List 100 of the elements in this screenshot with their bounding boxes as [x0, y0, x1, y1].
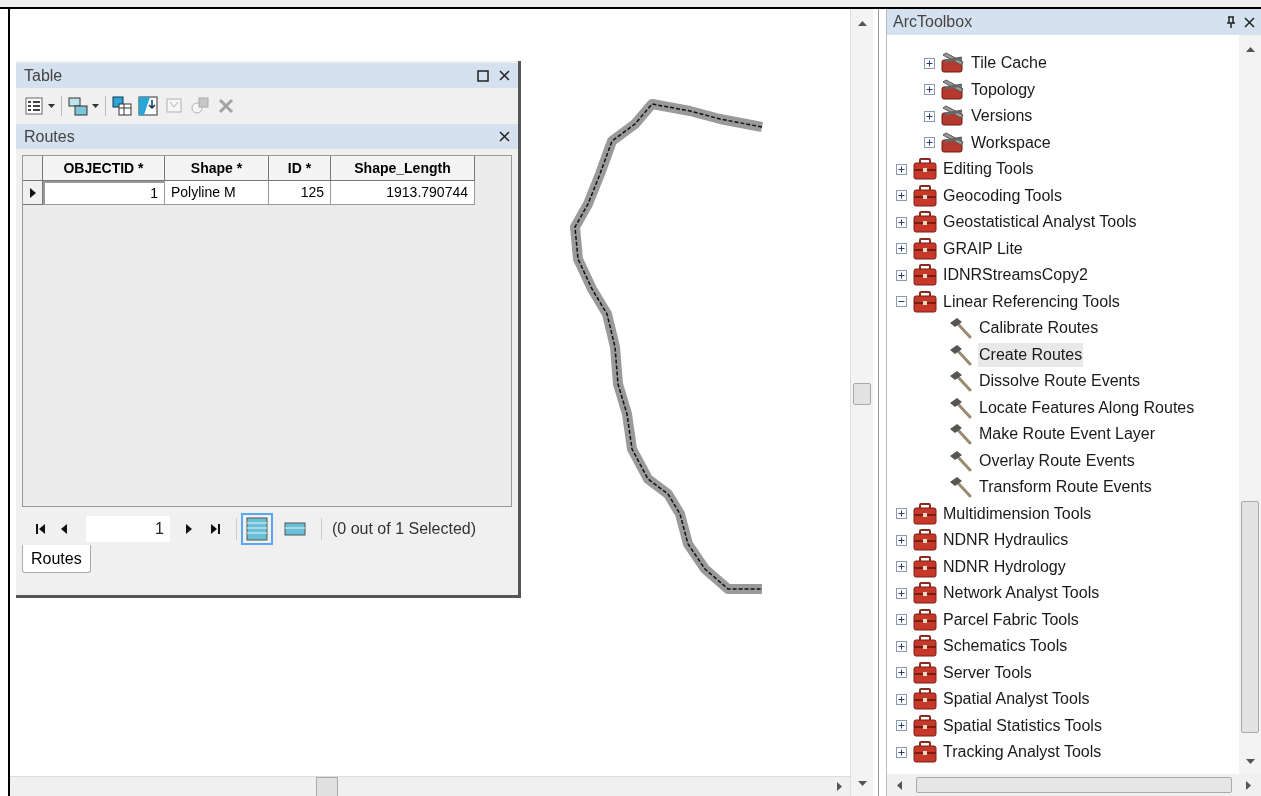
expand-icon[interactable] — [896, 667, 907, 679]
expand-icon[interactable] — [896, 640, 907, 652]
scroll-thumb[interactable] — [916, 777, 1232, 793]
tree-item[interactable]: Versions — [970, 104, 1034, 129]
scroll-right-icon[interactable] — [1246, 780, 1251, 790]
tree-item[interactable]: Overlay Route Events — [978, 448, 1136, 473]
tree-item[interactable]: NDNR Hydraulics — [942, 528, 1070, 553]
expand-icon[interactable] — [896, 508, 907, 520]
caret-icon[interactable] — [48, 104, 55, 108]
table-tab[interactable]: Routes — [22, 545, 91, 573]
tree-item[interactable]: Make Route Event Layer — [978, 422, 1157, 447]
scroll-left-icon[interactable] — [897, 780, 902, 790]
tree-item[interactable]: Dissolve Route Events — [978, 369, 1141, 394]
tree-item[interactable]: Editing Tools — [942, 157, 1035, 182]
expand-icon[interactable] — [896, 163, 907, 175]
table-cell: 1 — [43, 181, 165, 205]
scroll-thumb[interactable] — [1241, 501, 1259, 733]
maximize-icon[interactable] — [477, 69, 489, 82]
scroll-up-icon[interactable] — [857, 21, 867, 26]
expand-icon[interactable] — [924, 110, 935, 122]
expand-icon[interactable] — [896, 693, 907, 705]
records-view-icon — [246, 517, 268, 541]
close-icon[interactable] — [499, 70, 510, 81]
tree-item[interactable]: Topology — [970, 77, 1037, 102]
first-record-icon[interactable] — [36, 524, 45, 534]
caret-icon[interactable] — [92, 104, 99, 108]
toolset-icon — [941, 131, 965, 154]
expand-icon[interactable] — [924, 137, 935, 149]
tree-item[interactable]: Spatial Analyst Tools — [942, 687, 1091, 712]
scroll-thumb[interactable] — [316, 777, 338, 796]
scroll-right-icon[interactable] — [837, 782, 842, 791]
expand-icon[interactable] — [896, 746, 907, 758]
column-header[interactable]: Shape * — [165, 156, 269, 181]
toolbox-vertical-scrollbar[interactable] — [1239, 35, 1261, 774]
tree-item[interactable]: Geostatistical Analyst Tools — [942, 210, 1138, 235]
close-table-icon[interactable] — [499, 131, 510, 142]
expand-icon[interactable] — [896, 614, 907, 626]
expand-icon[interactable] — [896, 587, 907, 599]
tree-item[interactable]: Server Tools — [942, 660, 1033, 685]
tree-item[interactable]: Tile Cache — [970, 51, 1048, 76]
scroll-up-icon[interactable] — [1245, 47, 1255, 52]
expand-icon[interactable] — [896, 720, 907, 732]
collapse-icon[interactable] — [896, 296, 907, 308]
tree-item[interactable]: Create Routes — [978, 342, 1084, 367]
tree-item[interactable]: Tracking Analyst Tools — [942, 740, 1103, 765]
tree-item[interactable]: Network Analyst Tools — [942, 581, 1101, 606]
show-all-records-button[interactable] — [241, 513, 273, 545]
expand-icon[interactable] — [896, 216, 907, 228]
expand-icon[interactable] — [896, 561, 907, 573]
tree-item[interactable]: Geocoding Tools — [942, 183, 1063, 208]
record-field[interactable]: 1 — [86, 516, 170, 542]
tree-item[interactable]: Locate Features Along Routes — [978, 395, 1196, 420]
toolbox-icon — [913, 290, 937, 313]
column-header[interactable]: ID * — [269, 156, 331, 181]
scroll-down-icon[interactable] — [857, 781, 867, 786]
column-header[interactable]: Shape_Length — [331, 156, 475, 181]
tree-item[interactable]: Workspace — [970, 130, 1052, 155]
selection-status: (0 out of 1 Selected) — [332, 519, 477, 539]
tree-item[interactable]: Linear Referencing Tools — [942, 289, 1121, 314]
expand-icon[interactable] — [896, 190, 907, 202]
toolbox-icon — [913, 237, 937, 260]
related-tables-icon — [68, 96, 88, 116]
scroll-down-icon[interactable] — [1245, 759, 1255, 764]
toolbox-icon — [913, 714, 937, 737]
table-cell: Polyline M — [165, 181, 269, 205]
last-record-icon[interactable] — [211, 524, 220, 534]
toolbar-button[interactable] — [24, 96, 55, 116]
toolset-icon — [941, 78, 965, 101]
expand-icon[interactable] — [924, 84, 935, 96]
tree-item[interactable]: Parcel Fabric Tools — [942, 607, 1080, 632]
hammer-icon — [949, 396, 973, 419]
tree-item[interactable]: Transform Route Events — [978, 475, 1153, 500]
toolbox-title: ArcToolbox — [893, 12, 973, 32]
expand-icon[interactable] — [896, 243, 907, 255]
toolbar-button[interactable] — [138, 96, 158, 116]
records-view-icon — [284, 522, 306, 536]
toolbox-horizontal-scrollbar[interactable] — [887, 774, 1261, 796]
map-vertical-scrollbar[interactable] — [851, 9, 873, 796]
close-toolbox-icon[interactable] — [1244, 16, 1255, 28]
tree-item[interactable]: Multidimension Tools — [942, 501, 1093, 526]
tree-item[interactable]: Calibrate Routes — [978, 316, 1100, 341]
horizontal-scrollbar[interactable] — [10, 776, 850, 796]
tree-item[interactable]: NDNR Hydrology — [942, 554, 1067, 579]
row-header[interactable] — [23, 181, 43, 205]
previous-record-icon[interactable] — [61, 524, 70, 534]
expand-icon[interactable] — [896, 534, 907, 546]
tree-item[interactable]: GRAIP Lite — [942, 236, 1024, 261]
column-header[interactable]: OBJECTID * — [43, 156, 165, 181]
scroll-thumb[interactable] — [853, 383, 871, 405]
toolbar-button[interactable] — [112, 96, 132, 116]
tree-item[interactable]: Spatial Statistics Tools — [942, 713, 1103, 738]
expand-icon[interactable] — [896, 269, 907, 281]
switch-selection-icon — [138, 96, 158, 116]
expand-icon[interactable] — [924, 57, 935, 69]
tree-item[interactable]: IDNRStreamsCopy2 — [942, 263, 1089, 288]
tree-item[interactable]: Schematics Tools — [942, 634, 1069, 659]
pin-icon[interactable] — [1226, 16, 1236, 28]
toolbar-button[interactable] — [68, 96, 99, 116]
toolbox-icon — [913, 635, 937, 658]
hammer-icon — [949, 370, 973, 393]
